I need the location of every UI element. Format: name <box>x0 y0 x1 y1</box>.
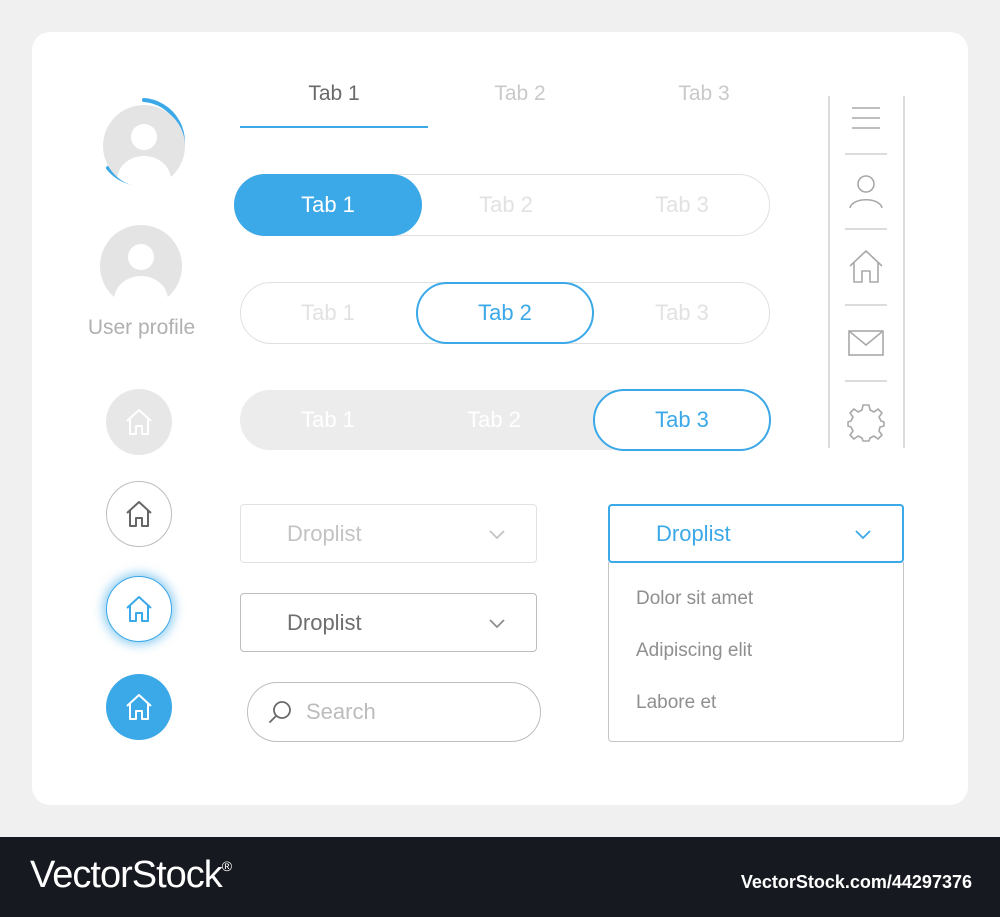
home-button-default[interactable] <box>106 481 172 547</box>
rail-divider <box>828 96 830 448</box>
gear-icon[interactable] <box>846 402 886 442</box>
home-icon <box>126 596 152 622</box>
home-icon <box>126 501 152 527</box>
pill-tab-2-active[interactable]: Tab 2 <box>416 282 594 344</box>
droplist-label: Droplist <box>287 609 362 635</box>
chevron-down-icon <box>489 529 505 539</box>
underline-tab-1[interactable]: Tab 1 <box>240 82 428 106</box>
droplist-option[interactable]: Dolor sit amet <box>636 588 753 610</box>
underline-tab-3[interactable]: Tab 3 <box>610 82 798 106</box>
underline-tab-2[interactable]: Tab 2 <box>426 82 614 106</box>
droplist-open[interactable]: Droplist <box>608 504 904 563</box>
droplist-option[interactable]: Labore et <box>636 692 716 714</box>
home-icon[interactable] <box>846 246 886 286</box>
droplist-option[interactable]: Adipiscing elit <box>636 640 752 662</box>
mail-icon[interactable] <box>846 323 886 363</box>
user-avatar-icon[interactable] <box>103 105 185 187</box>
pill-tab-3[interactable]: Tab 3 <box>594 282 770 344</box>
pill-tab-2[interactable]: Tab 2 <box>406 390 582 450</box>
droplist-label: Droplist <box>287 520 362 546</box>
search-field[interactable] <box>247 682 541 742</box>
rail-divider <box>903 96 905 448</box>
image-credit: VectorStock.com/44297376 <box>740 872 972 892</box>
chevron-down-icon <box>855 529 871 539</box>
home-button-disabled[interactable] <box>106 389 172 455</box>
user-icon[interactable] <box>846 171 886 211</box>
pill-tab-1[interactable]: Tab 1 <box>240 282 416 344</box>
pill-tab-2[interactable]: Tab 2 <box>418 174 594 236</box>
rail-separator <box>845 228 887 230</box>
pill-tab-1[interactable]: Tab 1 <box>240 390 416 450</box>
chevron-down-icon <box>489 618 505 628</box>
brand-logo: VectorStock® <box>30 854 232 897</box>
pill-tab-3[interactable]: Tab 3 <box>594 174 770 236</box>
pill-tab-1-active[interactable]: Tab 1 <box>234 174 422 236</box>
hamburger-menu-icon[interactable] <box>846 98 886 138</box>
home-button-active[interactable] <box>106 674 172 740</box>
search-icon <box>269 701 291 723</box>
user-profile-label: User profile <box>87 316 196 339</box>
droplist-label: Droplist <box>656 520 731 546</box>
home-button-hover[interactable] <box>106 576 172 642</box>
rail-separator <box>845 380 887 382</box>
pill-tab-3-active[interactable]: Tab 3 <box>593 389 771 451</box>
user-avatar-icon[interactable] <box>100 225 182 307</box>
brand-name: VectorStock <box>30 854 223 896</box>
search-input[interactable] <box>306 699 506 725</box>
active-tab-underline <box>240 126 428 128</box>
droplist-default[interactable]: Droplist <box>240 593 537 652</box>
rail-separator <box>845 304 887 306</box>
home-icon <box>126 694 152 720</box>
rail-separator <box>845 153 887 155</box>
droplist-disabled[interactable]: Droplist <box>240 504 537 563</box>
trademark: ® <box>221 858 232 874</box>
droplist-menu: Dolor sit amet Adipiscing elit Labore et <box>608 562 904 742</box>
home-icon <box>126 409 152 435</box>
